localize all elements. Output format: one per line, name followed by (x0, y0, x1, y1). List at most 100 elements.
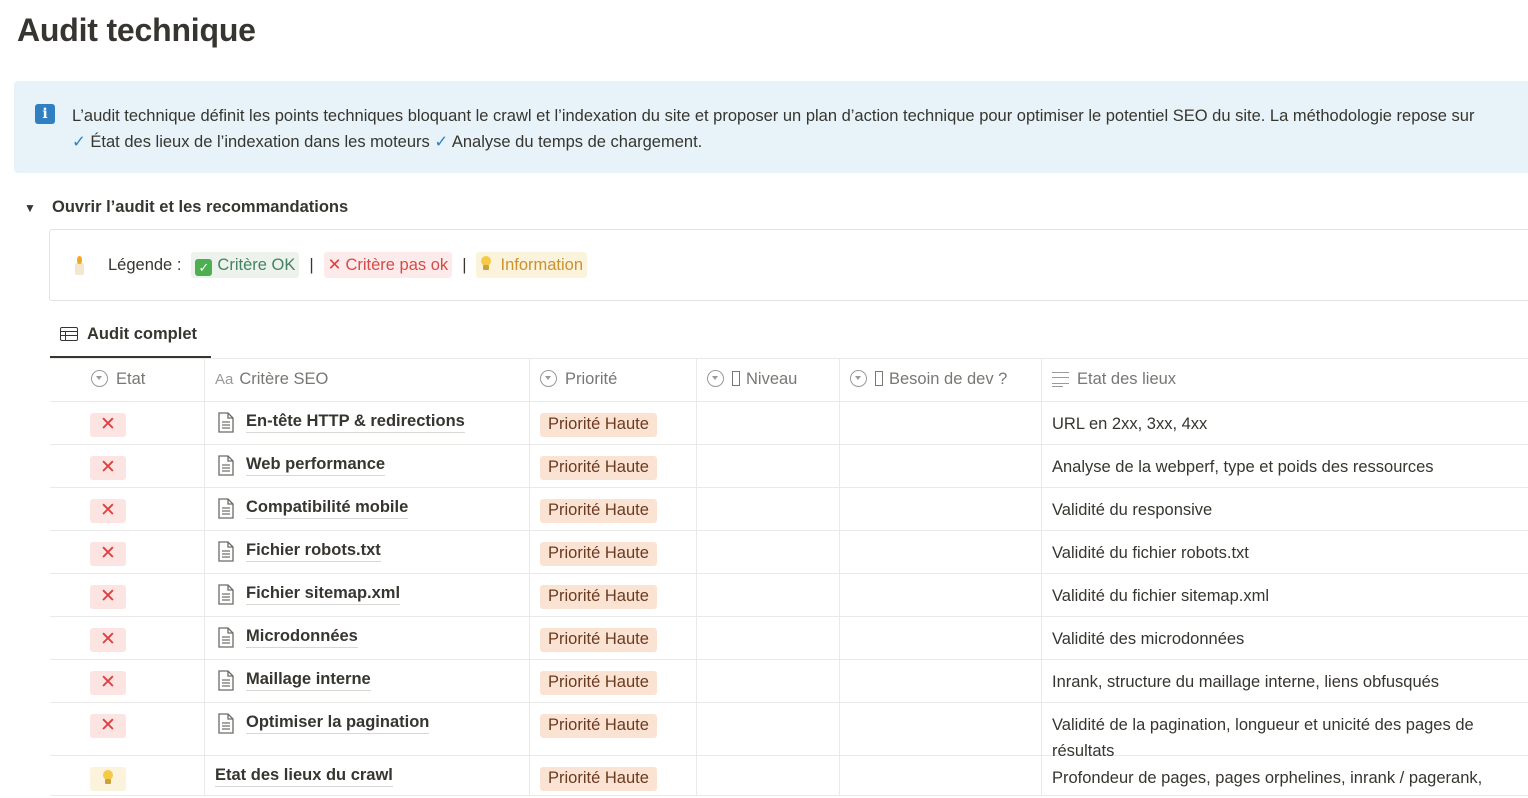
table-row[interactable]: ✕ Fichier robots.txt Priorité Haute Validit… (50, 531, 1528, 574)
status-ko-badge[interactable]: ✕ (90, 714, 126, 738)
page-icon (218, 584, 234, 605)
criterion-title[interactable]: Microdonnées (246, 626, 358, 648)
cell-critere[interactable]: Etat des lieux du crawl (205, 756, 530, 795)
cell-etat-des-lieux[interactable]: Validité du responsive (1042, 488, 1528, 530)
table-row[interactable]: ✕ Optimiser la pagination Priorité Haute Va… (50, 703, 1528, 760)
cell-priorite[interactable]: Priorité Haute (530, 660, 697, 702)
table-row[interactable]: Etat des lieux du crawl Priorité Haute Pro… (50, 756, 1528, 796)
cell-etat-des-lieux[interactable]: Validité de la pagination, longueur et u… (1042, 703, 1528, 760)
cell-etat-des-lieux[interactable]: URL en 2xx, 3xx, 4xx (1042, 402, 1528, 444)
cell-etat[interactable]: ✕ (50, 703, 205, 755)
status-ko-badge[interactable]: ✕ (90, 542, 126, 566)
cell-critere[interactable]: Fichier sitemap.xml (205, 574, 530, 616)
criterion-title[interactable]: En-tête HTTP & redirections (246, 411, 465, 433)
cell-besoin-dev[interactable] (840, 574, 1042, 616)
cell-etat-des-lieux[interactable]: Analyse de la webperf, type et poids des… (1042, 445, 1528, 487)
cell-critere[interactable]: Microdonnées (205, 617, 530, 659)
cell-critere[interactable]: Fichier robots.txt (205, 531, 530, 573)
cell-besoin-dev[interactable] (840, 445, 1042, 487)
cell-niveau[interactable] (697, 574, 840, 616)
cell-priorite[interactable]: Priorité Haute (530, 531, 697, 573)
toggle-arrow-icon[interactable]: ▼ (24, 201, 38, 215)
column-header-niveau[interactable]: Niveau (697, 359, 840, 401)
cell-etat[interactable]: ✕ (50, 445, 205, 487)
cell-priorite[interactable]: Priorité Haute (530, 617, 697, 659)
table-row[interactable]: ✕ Web performance Priorité Haute Analyse de… (50, 445, 1528, 488)
missing-glyph-icon (732, 371, 740, 386)
column-label: Etat des lieux (1077, 370, 1177, 388)
criterion-title[interactable]: Fichier sitemap.xml (246, 583, 401, 605)
audit-toggle[interactable]: ▼ Ouvrir l’audit et les recommandations (24, 198, 348, 217)
bulb-icon (102, 770, 114, 786)
cell-critere[interactable]: Maillage interne (205, 660, 530, 702)
criterion-title[interactable]: Maillage interne (246, 669, 371, 691)
column-header-besoin-dev[interactable]: Besoin de dev ? (840, 359, 1042, 401)
cell-etat[interactable]: ✕ (50, 574, 205, 616)
cell-besoin-dev[interactable] (840, 756, 1042, 795)
toggle-label[interactable]: Ouvrir l’audit et les recommandations (52, 198, 348, 216)
status-ko-badge[interactable]: ✕ (90, 413, 126, 437)
cell-besoin-dev[interactable] (840, 617, 1042, 659)
table-row[interactable]: ✕ En-tête HTTP & redirections Priorité Hau… (50, 402, 1528, 445)
cell-priorite[interactable]: Priorité Haute (530, 402, 697, 444)
description-text: Validité du fichier sitemap.xml (1052, 587, 1270, 605)
cell-priorite[interactable]: Priorité Haute (530, 703, 697, 755)
status-ko-badge[interactable]: ✕ (90, 585, 126, 609)
cell-niveau[interactable] (697, 488, 840, 530)
criterion-title[interactable]: Fichier robots.txt (246, 540, 381, 562)
cell-etat-des-lieux[interactable]: Inrank, structure du maillage interne, l… (1042, 660, 1528, 702)
status-ko-badge[interactable]: ✕ (90, 671, 126, 695)
table-row[interactable]: ✕ Maillage interne Priorité Haute Inrank, s… (50, 660, 1528, 703)
cell-priorite[interactable]: Priorité Haute (530, 488, 697, 530)
cell-niveau[interactable] (697, 531, 840, 573)
tab-audit-complet[interactable]: Audit complet (50, 318, 211, 358)
status-ko-badge[interactable]: ✕ (90, 499, 126, 523)
cell-niveau[interactable] (697, 445, 840, 487)
cell-critere[interactable]: Optimiser la pagination (205, 703, 530, 755)
table-row[interactable]: ✕ Microdonnées Priorité Haute Validité des … (50, 617, 1528, 660)
criterion-title[interactable]: Etat des lieux du crawl (215, 765, 393, 787)
cell-niveau[interactable] (697, 660, 840, 702)
cell-besoin-dev[interactable] (840, 402, 1042, 444)
cell-niveau[interactable] (697, 617, 840, 659)
cell-besoin-dev[interactable] (840, 488, 1042, 530)
cell-etat[interactable]: ✕ (50, 531, 205, 573)
status-ko-badge[interactable]: ✕ (90, 628, 126, 652)
status-ko-badge[interactable]: ✕ (90, 456, 126, 480)
table-row[interactable]: ✕ Compatibilité mobile Priorité Haute Valid… (50, 488, 1528, 531)
cell-priorite[interactable]: Priorité Haute (530, 574, 697, 616)
cell-etat-des-lieux[interactable]: Validité du fichier robots.txt (1042, 531, 1528, 573)
cell-etat[interactable]: ✕ (50, 617, 205, 659)
cell-etat-des-lieux[interactable]: Validité des microdonnées (1042, 617, 1528, 659)
cell-besoin-dev[interactable] (840, 531, 1042, 573)
column-header-critere[interactable]: Aa Critère SEO (205, 359, 530, 401)
cell-priorite[interactable]: Priorité Haute (530, 756, 697, 795)
criterion-title[interactable]: Compatibilité mobile (246, 497, 409, 519)
cell-niveau[interactable] (697, 756, 840, 795)
cell-niveau[interactable] (697, 703, 840, 755)
status-info-badge[interactable] (90, 767, 126, 791)
column-label: Besoin de dev ? (889, 370, 1008, 388)
column-header-priorite[interactable]: Priorité (530, 359, 697, 401)
cell-etat[interactable] (50, 756, 205, 795)
cell-besoin-dev[interactable] (840, 660, 1042, 702)
cell-critere[interactable]: Compatibilité mobile (205, 488, 530, 530)
column-header-etat-des-lieux[interactable]: Etat des lieux (1042, 359, 1528, 401)
criterion-title[interactable]: Optimiser la pagination (246, 712, 430, 734)
criterion-title[interactable]: Web performance (246, 454, 386, 476)
cell-etat-des-lieux[interactable]: Validité du fichier sitemap.xml (1042, 574, 1528, 616)
tab-label[interactable]: Audit complet (87, 325, 197, 344)
column-header-etat[interactable]: Etat (50, 359, 205, 401)
cell-besoin-dev[interactable] (840, 703, 1042, 755)
cell-critere[interactable]: En-tête HTTP & redirections (205, 402, 530, 444)
cell-critere[interactable]: Web performance (205, 445, 530, 487)
check-icon: ✓ (434, 133, 449, 151)
cell-niveau[interactable] (697, 402, 840, 444)
description-text: Profondeur de pages, pages orphelines, i… (1052, 769, 1483, 787)
cell-etat[interactable]: ✕ (50, 488, 205, 530)
cell-etat-des-lieux[interactable]: Profondeur de pages, pages orphelines, i… (1042, 756, 1528, 795)
cell-priorite[interactable]: Priorité Haute (530, 445, 697, 487)
cell-etat[interactable]: ✕ (50, 402, 205, 444)
table-row[interactable]: ✕ Fichier sitemap.xml Priorité Haute Validi… (50, 574, 1528, 617)
cell-etat[interactable]: ✕ (50, 660, 205, 702)
